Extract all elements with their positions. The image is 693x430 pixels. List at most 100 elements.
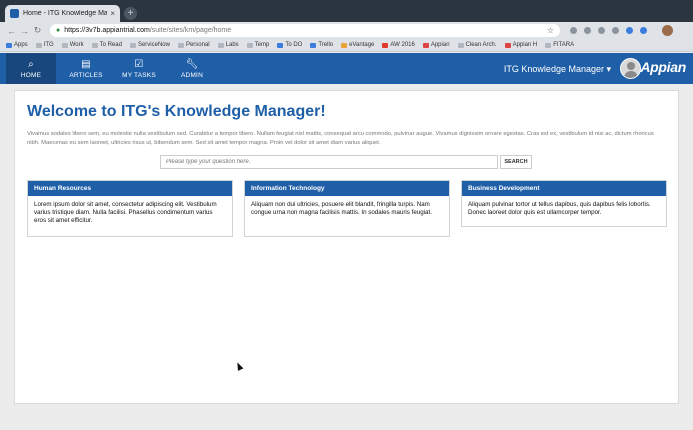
browser-tab[interactable]: Home - ITG Knowledge Manag × [5,5,120,22]
appian-icon [504,42,511,48]
bookmark-label: AW 2016 [390,42,415,48]
bookmark-item[interactable]: Appian H [504,42,538,48]
back-icon[interactable]: ← [5,26,18,36]
checkbox-icon: ☑ [134,58,144,70]
lock-icon: ● [56,27,61,34]
bookmark-item[interactable]: Apps [6,42,28,48]
nav-home[interactable]: ⌕ HOME [6,53,56,84]
card-title[interactable]: Information Technology [245,181,449,196]
appian-favicon-icon [10,9,19,18]
folder-icon [61,42,68,48]
extension-icon[interactable] [584,27,591,34]
bookmark-item[interactable]: Temp [246,42,270,48]
bookmark-label: To DO [285,42,303,48]
avatar-body [624,71,638,78]
folder-icon [129,42,136,48]
user-avatar[interactable] [620,58,641,79]
bookmark-label: Appian [430,42,450,48]
bookmark-star-icon[interactable]: ☆ [547,26,554,35]
wrench-icon: 🔧︎ [185,58,199,70]
bookmark-item[interactable]: eVantage [341,42,374,48]
extension-icon[interactable] [626,27,633,34]
bookmark-item[interactable]: To DO [277,42,302,48]
bookmark-item[interactable]: AW 2016 [382,42,415,48]
folder-icon [545,42,552,48]
search-input[interactable] [160,155,498,169]
extension-icon[interactable] [570,27,577,34]
appian-icon [422,42,429,48]
bookmark-item[interactable]: To Read [91,42,122,48]
appian-logo: Appian [640,59,686,75]
folder-icon [177,42,184,48]
bookmark-item[interactable]: FITARA [545,42,574,48]
site-header: ⌕ HOME ▤ ARTICLES ☑ MY TASKS 🔧︎ ADMIN IT… [0,53,693,84]
avatar-head [627,62,635,70]
bookmark-item[interactable]: Appian [422,42,450,48]
extension-icon[interactable] [612,27,619,34]
nav-label: ARTICLES [69,71,103,79]
bookmark-item[interactable]: ServiceNow [129,42,170,48]
search-button[interactable]: SEARCH [500,155,532,169]
main-panel: Welcome to ITG's Knowledge Manager! Viva… [14,90,679,404]
bookmark-label: Clean Arch. [465,42,497,48]
new-tab-button[interactable]: + [124,7,137,20]
card-title[interactable]: Human Resources [28,181,232,196]
bookmark-label: Trello [318,42,334,48]
bookmark-label: ServiceNow [137,42,170,48]
forward-icon[interactable]: → [18,26,31,36]
apps-icon [6,42,12,48]
nav-my-tasks[interactable]: ☑ MY TASKS [114,53,164,84]
bookmark-label: Apps [14,42,28,48]
folder-icon: ▤ [81,58,91,70]
nav-admin[interactable]: 🔧︎ ADMIN [168,53,216,84]
browser-tab-strip: Home - ITG Knowledge Manag × + [0,0,693,22]
card-human-resources: Human Resources Lorem ipsum dolor sit am… [27,180,233,237]
extensions-area [570,25,673,36]
bookmark-item[interactable]: Work [61,42,84,48]
card-title[interactable]: Business Development [462,181,666,196]
url-text: https://3v7b.appiantrial.com/suite/sites… [64,27,547,34]
tab-title: Home - ITG Knowledge Manag [23,10,108,17]
bookmark-item[interactable]: Labs [217,42,239,48]
page-title: Welcome to ITG's Knowledge Manager! [27,103,326,120]
bookmark-item[interactable]: Clean Arch. [457,42,497,48]
url-host: https://3v7b.appiantrial.com [64,27,150,34]
bookmark-label: To Read [99,42,122,48]
bookmark-label: FITARA [553,42,575,48]
intro-text: Vivamus sodales libero sem, eu molestie … [27,131,654,146]
nav-articles[interactable]: ▤ ARTICLES [62,53,110,84]
profile-icon[interactable] [662,25,673,36]
address-bar[interactable]: ● https://3v7b.appiantrial.com/suite/sit… [50,24,560,37]
bookmark-label: Appian H [512,42,538,48]
card-body: Aliquam non dui ultricies, posuere elit … [251,201,432,216]
site-switcher[interactable]: ITG Knowledge Manager ▾ [504,64,611,75]
extension-icon[interactable] [640,27,647,34]
close-tab-icon[interactable]: × [110,9,115,18]
youtube-icon [382,42,389,48]
folder-icon [246,42,253,48]
bookmark-label: Work [69,42,84,48]
bookmark-label: ITG [43,42,54,48]
bookmark-label: eVantage [349,42,375,48]
nav-label: HOME [20,71,42,79]
bookmark-label: Labs [225,42,239,48]
card-business-development: Business Development Aliquam pulvinar to… [461,180,667,227]
todo-icon [277,42,284,48]
evantage-icon [341,42,348,48]
bookmark-item[interactable]: Personal [177,42,210,48]
reload-icon[interactable]: ↻ [31,25,44,36]
bookmark-label: Personal [185,42,210,48]
nav-label: ADMIN [181,71,203,79]
extension-icon[interactable] [598,27,605,34]
browser-toolbar: ← → ↻ ● https://3v7b.appiantrial.com/sui… [0,22,693,39]
folder-icon [91,42,98,48]
card-information-technology: Information Technology Aliquam non dui u… [244,180,450,237]
nav-label: MY TASKS [122,71,156,79]
url-path: /suite/sites/km/page/home [149,27,232,34]
card-body: Aliquam pulvinar tortor ut tellus dapibu… [468,201,651,216]
bookmark-item[interactable]: ITG [35,42,54,48]
bookmark-item[interactable]: Trello [310,42,333,48]
bookmark-label: Temp [254,42,270,48]
card-body: Lorem ipsum dolor sit amet, consectetur … [34,201,217,224]
bookmarks-bar: Apps ITG Work To Read ServiceNow Persona… [0,39,693,52]
